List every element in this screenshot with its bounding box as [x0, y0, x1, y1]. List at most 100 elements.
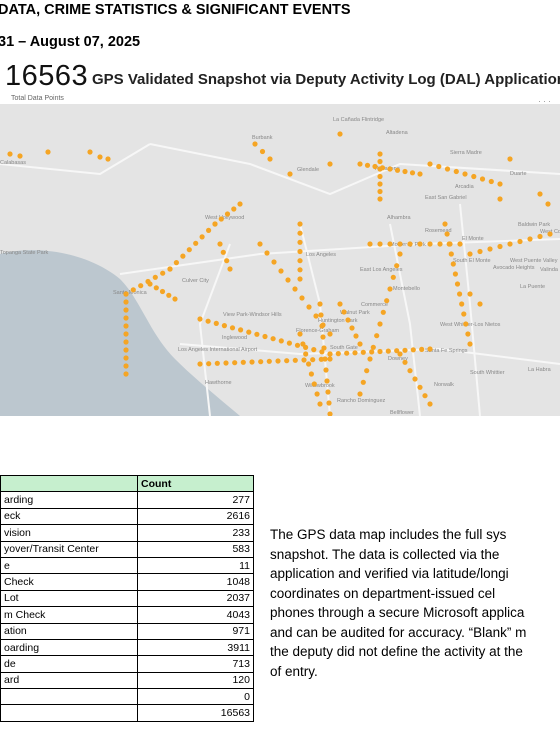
- activity-dot: [311, 347, 317, 353]
- activity-count: 4043: [137, 606, 254, 624]
- table-row: ation 971: [0, 622, 254, 640]
- activity-dot: [387, 286, 393, 292]
- activity-dot: [377, 188, 383, 195]
- place-label: Commerce: [361, 302, 388, 308]
- activity-dot: [323, 367, 329, 373]
- activity-dot: [297, 248, 303, 255]
- activity-dot: [364, 368, 370, 374]
- activity-dot: [410, 347, 416, 353]
- description-line: the deputy did not define the activity a…: [270, 644, 523, 659]
- activity-category: eck: [0, 507, 138, 526]
- activity-dot: [257, 241, 263, 247]
- activity-dot: [377, 158, 383, 165]
- activity-dot: [417, 241, 423, 247]
- activity-dot: [444, 166, 451, 172]
- activity-dot: [547, 231, 553, 237]
- activity-dot: [275, 358, 281, 364]
- activity-dot: [326, 400, 332, 406]
- activity-category: yover/Transit Center: [0, 540, 138, 558]
- table-row: oarding 3911: [0, 638, 254, 657]
- report-header: DATA, CRIME STATISTICS & SIGNIFICANT EVE…: [0, 2, 351, 18]
- map-canvas: La Cañada Flintridge Altadena Sierra Madre…: [0, 104, 560, 416]
- activity-dot: [412, 376, 418, 382]
- activity-dot: [357, 391, 363, 397]
- activity-category: [0, 704, 138, 722]
- activity-dot: [345, 317, 351, 323]
- activity-dot: [286, 340, 292, 346]
- activity-dot: [123, 307, 129, 313]
- activity-dot: [271, 259, 277, 265]
- activity-dot: [311, 381, 317, 387]
- place-label: Norwalk: [434, 382, 454, 388]
- activity-dot: [341, 309, 347, 315]
- activity-dot: [221, 323, 227, 329]
- table-row: e 11: [0, 556, 254, 575]
- activity-dot: [447, 241, 453, 247]
- activity-dot: [463, 321, 469, 327]
- activity-dot: [436, 163, 442, 170]
- description-line: of entry.: [270, 663, 318, 679]
- activity-dot: [123, 291, 129, 297]
- activity-dot: [462, 171, 468, 177]
- activity-dot: [479, 176, 486, 182]
- activity-dot: [537, 191, 543, 197]
- activity-count: 713: [137, 655, 254, 673]
- place-label: Los Angeles: [306, 252, 336, 258]
- activity-dot: [377, 196, 383, 202]
- activity-dot: [427, 346, 433, 352]
- activity-dot: [123, 323, 129, 329]
- activity-dot: [497, 181, 503, 187]
- activity-dot: [246, 329, 252, 335]
- activity-dot: [123, 339, 129, 345]
- activity-dot: [454, 281, 461, 287]
- activity-dot: [297, 331, 303, 337]
- activity-dot: [377, 173, 383, 180]
- activity-dot: [387, 166, 393, 172]
- activity-dot: [130, 287, 136, 293]
- activity-dot: [422, 393, 428, 399]
- activity-count: 1048: [137, 573, 254, 591]
- place-label: Glendale: [297, 167, 319, 173]
- place-label: El Monte: [462, 236, 484, 242]
- activity-dot: [394, 167, 401, 173]
- activity-dot: [497, 243, 503, 250]
- activity-dot: [394, 263, 400, 269]
- place-label: La Habra: [528, 367, 552, 373]
- activity-category: e: [0, 556, 138, 575]
- place-label: Montebello: [393, 286, 420, 292]
- activity-dot: [390, 274, 396, 280]
- activity-dot: [310, 357, 316, 363]
- activity-dot: [232, 360, 238, 366]
- activity-dot: [335, 351, 341, 357]
- activity-category: de: [0, 655, 138, 673]
- activity-dot: [327, 331, 333, 337]
- activity-dot: [229, 325, 236, 331]
- activity-dot: [186, 247, 192, 253]
- activity-dot: [292, 286, 298, 292]
- header-category: [0, 474, 138, 493]
- activity-dot: [294, 342, 301, 348]
- activity-dot: [402, 168, 408, 175]
- activity-dot: [545, 201, 551, 207]
- activity-dot: [123, 331, 129, 337]
- activity-dot: [364, 162, 371, 168]
- activity-dot: [287, 171, 293, 177]
- activity-dot: [321, 345, 327, 351]
- table-row: Check 1048: [0, 573, 254, 591]
- activity-category: Check: [0, 573, 138, 591]
- description-line: phones through a secure Microsoft applic…: [270, 605, 525, 620]
- activity-dot: [264, 250, 270, 256]
- gps-map[interactable]: La Cañada Flintridge Altadena Sierra Madre…: [0, 104, 560, 416]
- activity-dot: [173, 260, 179, 266]
- activity-dot: [308, 371, 314, 377]
- activity-dot: [270, 336, 276, 342]
- table-row: eck 2616: [0, 507, 254, 526]
- activity-dot: [349, 325, 355, 331]
- activity-dot: [262, 333, 268, 340]
- activity-dot: [437, 241, 443, 247]
- place-label: Santa Monica: [113, 290, 148, 296]
- activity-dot: [193, 240, 199, 246]
- activity-dot: [313, 313, 319, 319]
- activity-dot: [477, 248, 483, 255]
- place-label: Calabasas: [0, 160, 26, 166]
